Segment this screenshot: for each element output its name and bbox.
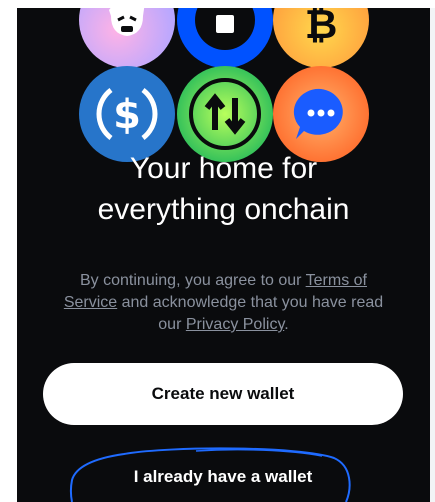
legal-disclaimer: By continuing, you agree to our Terms of…	[57, 270, 390, 336]
headline-line-1: Your home for	[129, 152, 318, 185]
legal-prefix: By continuing, you agree to our	[80, 272, 306, 289]
onboarding-screen: ₿ $ Your home for everything onchain By …	[17, 8, 430, 502]
page-edge	[430, 8, 435, 502]
headline-line-2: everything onchain	[97, 193, 350, 226]
already-have-wallet-button[interactable]: I already have a wallet	[43, 452, 403, 502]
create-new-wallet-button[interactable]: Create new wallet	[43, 363, 403, 425]
ghost-token-icon	[79, 8, 175, 68]
bitcoin-icon: ₿	[273, 8, 369, 68]
page-title: Your home for everything onchain	[17, 148, 430, 230]
legal-suffix: .	[284, 316, 289, 333]
svg-text:₿: ₿	[305, 8, 338, 48]
svg-text:$: $	[113, 92, 141, 138]
coinbase-coin-icon	[177, 8, 273, 68]
privacy-policy-link[interactable]: Privacy Policy	[186, 316, 284, 333]
